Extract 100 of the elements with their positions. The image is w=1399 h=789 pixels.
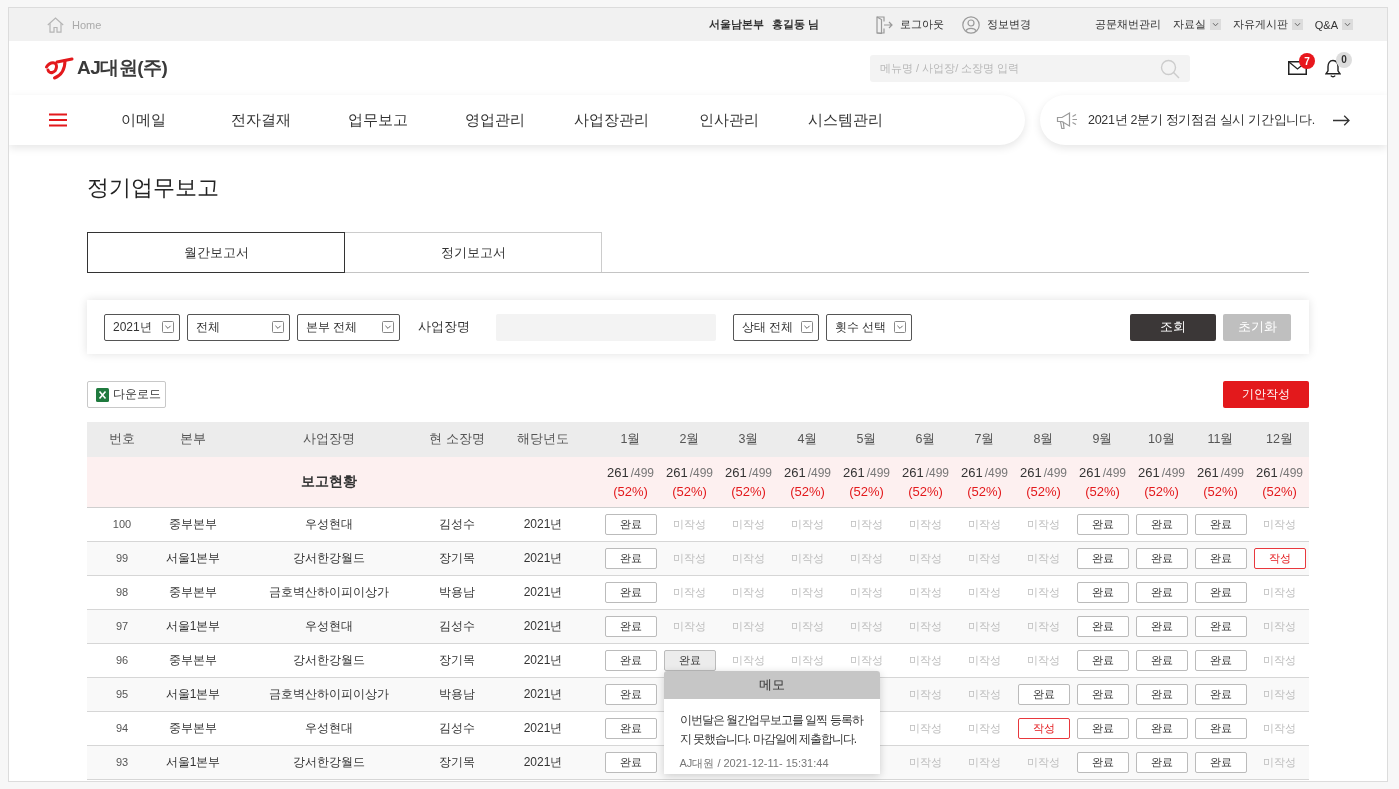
done-button[interactable]: 완료 [1194,649,1247,671]
done-button[interactable]: 완료 [1076,717,1129,739]
filter-dropdown[interactable]: 본부 전체 [297,313,400,341]
done-button[interactable]: 완료 [1135,547,1188,569]
done-button[interactable]: 완료 [1076,683,1129,705]
write-button[interactable]: 작성 [1017,717,1070,739]
arrow-right-icon[interactable] [1333,114,1350,126]
done-button[interactable]: 완료 [1076,581,1129,603]
menu-link[interactable]: Q&A [1314,18,1353,31]
done-button[interactable]: 완료 [1135,581,1188,603]
done-button[interactable]: 완료 [1135,751,1188,773]
done-button[interactable]: 완료 [1017,683,1070,705]
not-written-status: 미작성 [791,551,824,564]
done-button[interactable]: 완료 [604,683,657,705]
not-written-status: 미작성 [1263,619,1296,632]
notice-text: 2021년 2분기 정기점검 실시 기간입니다. [1088,111,1315,129]
not-written-status: 미작성 [673,585,706,598]
write-button[interactable]: 작성 [1253,547,1306,569]
download-button[interactable]: 다운로드 [87,381,166,408]
division-name: 중부본부 [169,584,217,599]
done-button[interactable]: 완료 [1135,615,1188,637]
done-button[interactable]: 완료 [604,649,657,671]
report-percent: (52%) [1026,483,1061,499]
done-button[interactable]: 완료 [1194,615,1247,637]
done-button[interactable]: 완료 [1135,683,1188,705]
not-written-status: 미작성 [791,585,824,598]
done-button[interactable]: 완료 [1076,751,1129,773]
not-written-status: 미작성 [1263,653,1296,666]
tab[interactable]: 정기보고서 [344,232,602,272]
nav-link[interactable]: 영업관리 [436,110,553,130]
done-button[interactable]: 완료 [1135,513,1188,535]
done-button[interactable]: 완료 [604,751,657,773]
done-button[interactable]: 완료 [1135,717,1188,739]
column-header: 3월 [738,432,759,446]
report-percent: (52%) [1262,483,1297,499]
profile-link[interactable]: 정보변경 [962,15,1032,34]
nav-link[interactable]: 사업장관리 [553,110,670,130]
not-written-status: 미작성 [909,687,942,700]
user-icon [962,15,981,34]
done-button[interactable]: 완료 [604,513,657,535]
done-button[interactable]: 완료 [1194,581,1247,603]
filter-dropdown[interactable]: 상태 전체 [733,313,819,341]
not-written-status: 미작성 [673,619,706,632]
not-written-status: 미작성 [909,585,942,598]
filter-dropdown[interactable]: 2021년 [104,313,180,341]
not-written-status: 미작성 [909,755,942,768]
done-button[interactable]: 완료 [1194,513,1247,535]
not-written-status: 미작성 [850,517,883,530]
nav-link[interactable]: 인사관리 [670,110,787,130]
tab[interactable]: 월간보고서 [87,232,345,273]
report-year: 2021년 [523,550,563,565]
column-header: 현 소장명 [429,432,485,446]
done-button[interactable]: 완료 [1076,649,1129,671]
done-button[interactable]: 완료 [1194,683,1247,705]
done-button[interactable]: 완료 [604,547,657,569]
menu-link[interactable]: 자유게시판 [1232,17,1303,32]
menu-link[interactable]: 공문채번관리 [1094,17,1161,32]
done-button[interactable]: 완료 [1076,547,1129,569]
bell-icon[interactable] [1325,58,1341,78]
row-number: 99 [115,552,129,564]
manager-name: 장기목 [439,754,475,769]
column-header: 2월 [679,432,700,446]
menu-icon[interactable] [49,113,67,127]
done-button[interactable]: 완료 [1076,513,1129,535]
not-written-status: 미작성 [909,653,942,666]
chevron-down-icon [801,321,813,333]
done-button[interactable]: 완료 [604,581,657,603]
nav-link[interactable]: 시스템관리 [787,110,904,130]
done-button[interactable]: 완료 [1135,649,1188,671]
done-button[interactable]: 완료 [1194,717,1247,739]
done-button[interactable]: 완료 [663,649,716,671]
not-written-status: 미작성 [968,721,1001,734]
query-button[interactable]: 조회 [1130,313,1216,341]
done-button[interactable]: 완료 [1194,547,1247,569]
menu-link[interactable]: 자료실 [1172,17,1221,32]
done-button[interactable]: 완료 [1194,751,1247,773]
logout-link[interactable]: 로그아웃 [875,15,945,34]
report-total: /499 [1279,465,1304,480]
logo-mark-icon [44,56,74,80]
nav-link[interactable]: 업무보고 [319,110,436,130]
filter-dropdown[interactable]: 전체 [187,313,290,341]
nav-link[interactable]: 전자결재 [202,110,319,130]
done-button[interactable]: 완료 [1076,615,1129,637]
manager-name: 장기목 [439,550,475,565]
filter-dropdown[interactable]: 횟수 선택 [826,313,912,341]
draft-button[interactable]: 기안작성 [1223,381,1309,408]
not-written-status: 미작성 [968,517,1001,530]
done-button[interactable]: 완료 [604,615,657,637]
done-button[interactable]: 완료 [604,717,657,739]
not-written-status: 미작성 [1263,517,1296,530]
column-header: 1월 [620,432,641,446]
division-name: 중부본부 [169,516,217,531]
not-written-status: 미작성 [909,721,942,734]
not-written-status: 미작성 [1263,687,1296,700]
nav-link[interactable]: 이메일 [85,110,202,130]
chevron-down-icon [272,321,284,333]
report-year: 2021년 [523,516,563,531]
report-count: 261 [665,464,688,480]
report-count: 261 [1137,464,1160,480]
column-header: 해당년도 [517,432,569,446]
